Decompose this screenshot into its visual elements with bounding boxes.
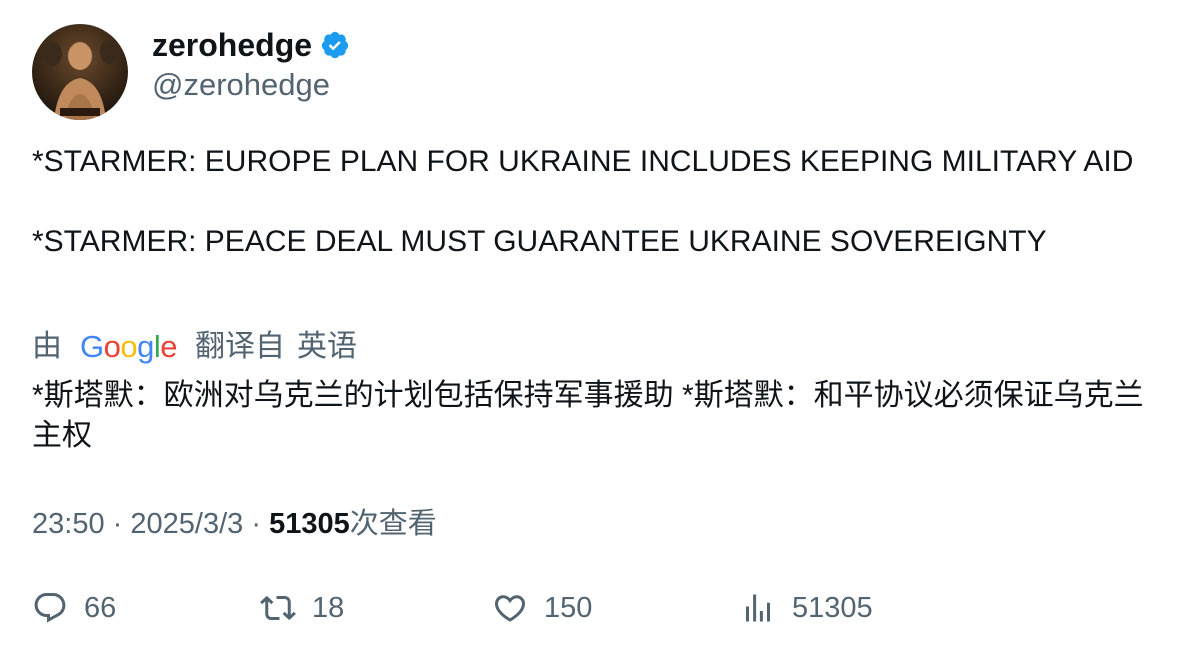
tweet-time[interactable]: 23:50	[32, 508, 105, 540]
translation-source-language: 英语	[297, 330, 358, 363]
retweet-count: 18	[312, 591, 345, 624]
handle[interactable]: @zerohedge	[152, 67, 350, 103]
action-bar: 66 18 150 51305	[32, 590, 1172, 634]
like-count: 150	[544, 591, 593, 624]
retweet-icon	[260, 595, 296, 621]
display-name[interactable]: zerohedge	[152, 27, 312, 63]
translation-from-label: 翻译自	[195, 330, 286, 363]
translated-text: *斯塔默：欧洲对乌克兰的计划包括保持军事援助 *斯塔默：和平协议必须保证乌克兰主…	[32, 379, 1144, 452]
reply-icon	[34, 593, 66, 623]
views-count: 51305	[269, 508, 350, 540]
reply-count: 66	[84, 591, 117, 624]
tweet-header: zerohedge @zerohedge	[32, 24, 350, 120]
tweet-meta: 23:50 · 2025/3/3 · 51305次查看	[32, 504, 437, 544]
retweet-button[interactable]: 18	[260, 590, 344, 626]
views-action-count: 51305	[792, 591, 873, 624]
tweet-date[interactable]: 2025/3/3	[130, 508, 243, 540]
translation-attribution: 由 Google 翻译自 英语	[32, 326, 357, 368]
google-logo: Google	[80, 329, 178, 364]
heart-icon	[494, 595, 526, 622]
meta-separator: ·	[251, 508, 261, 540]
views-button[interactable]: 51305	[740, 590, 873, 626]
reply-button[interactable]: 66	[32, 590, 116, 626]
tweet-text: *STARMER: EUROPE PLAN FOR UKRAINE INCLUD…	[32, 142, 1172, 262]
views-label: 次查看	[349, 508, 437, 540]
like-button[interactable]: 150	[492, 590, 592, 626]
avatar[interactable]	[32, 24, 128, 120]
tweet-line: *STARMER: EUROPE PLAN FOR UKRAINE INCLUD…	[32, 145, 1134, 178]
meta-separator: ·	[112, 508, 123, 540]
translation-by-label: 由	[32, 330, 62, 363]
tweet-line: *STARMER: PEACE DEAL MUST GUARANTEE UKRA…	[32, 225, 1047, 258]
verified-badge-icon	[320, 30, 350, 60]
analytics-icon	[746, 594, 770, 622]
